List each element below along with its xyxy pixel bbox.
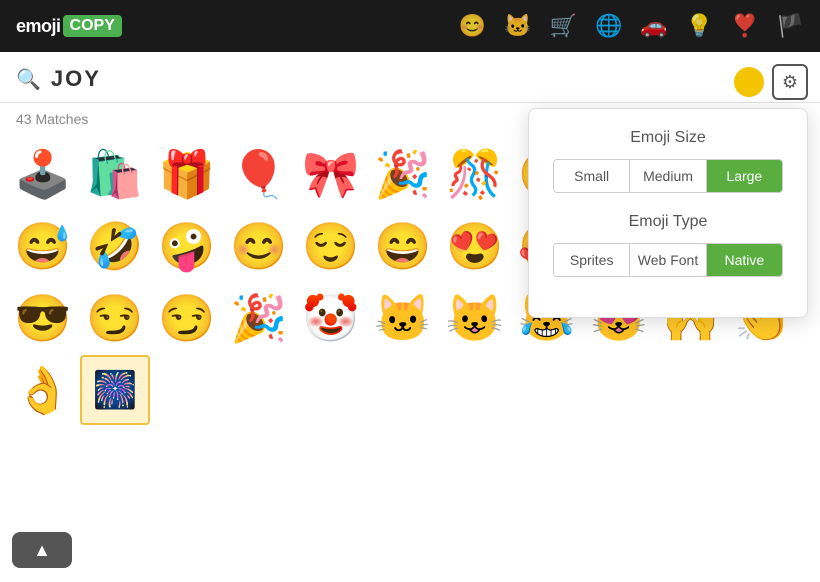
list-item[interactable]: 😏 [152,283,222,353]
nav-icons: 😊 🐱 🛒 🌐 🚗 💡 ❣️ 🏴 [459,13,804,39]
smiley-icon[interactable]: 😊 [459,13,486,39]
list-item[interactable]: 😍 [440,211,510,281]
cat-icon[interactable]: 🐱 [504,13,531,39]
list-item[interactable]: 🤪 [152,211,222,281]
settings-button[interactable]: ⚙ [772,64,808,100]
type-button-group: Sprites Web Font Native [553,243,783,277]
globe-icon[interactable]: 🌐 [595,13,622,39]
list-item[interactable]: 😎 [8,283,78,353]
header: emoji COPY 😊 🐱 🛒 🌐 🚗 💡 ❣️ 🏴 [0,0,820,52]
list-item[interactable]: 🎀 [296,139,366,209]
search-icon: 🔍 [16,67,41,92]
list-item[interactable]: 😏 [80,283,150,353]
cart-icon[interactable]: 🛒 [550,13,577,39]
size-large-button[interactable]: Large [707,160,782,192]
color-swatch[interactable] [734,67,764,97]
list-item[interactable]: 🕹️ [8,139,78,209]
logo-copy-text: COPY [63,15,122,37]
list-item[interactable]: 🎈 [224,139,294,209]
logo-emoji-text: emoji [16,16,61,37]
settings-panel: Emoji Size Small Medium Large Emoji Type… [528,108,808,318]
list-item[interactable]: 🤣 [80,211,150,281]
heart-exclaim-icon[interactable]: ❣️ [731,13,758,39]
list-item[interactable]: 😅 [8,211,78,281]
logo: emoji COPY [16,15,122,37]
size-small-button[interactable]: Small [554,160,630,192]
size-medium-button[interactable]: Medium [630,160,706,192]
list-item[interactable]: 😺 [440,283,510,353]
list-item[interactable]: 😊 [224,211,294,281]
list-item[interactable]: 🎁 [152,139,222,209]
list-item[interactable]: 🛍️ [80,139,150,209]
list-item[interactable]: 🎊 [440,139,510,209]
scroll-top-button[interactable]: ▲ [12,532,72,568]
type-webfont-button[interactable]: Web Font [630,244,706,276]
type-sprites-button[interactable]: Sprites [554,244,630,276]
list-item[interactable]: 😄 [368,211,438,281]
list-item[interactable]: 😌 [296,211,366,281]
list-item[interactable]: 🤡 [296,283,366,353]
list-item[interactable]: 🎉 [224,283,294,353]
size-section-title: Emoji Size [553,129,783,147]
search-bar: 🔍 [0,52,820,103]
search-input[interactable] [51,66,804,92]
controls-right: ⚙ [734,64,808,100]
list-item[interactable]: 🐱 [368,283,438,353]
type-native-button[interactable]: Native [707,244,782,276]
list-item[interactable]: 👌 [8,355,78,425]
type-section-title: Emoji Type [553,213,783,231]
scroll-top-icon: ▲ [33,540,51,561]
list-item[interactable]: 🎉 [368,139,438,209]
flag-icon[interactable]: 🏴 [777,13,804,39]
list-item[interactable]: 🎆 [80,355,150,425]
bulb-icon[interactable]: 💡 [686,13,713,39]
car-icon[interactable]: 🚗 [640,13,667,39]
size-button-group: Small Medium Large [553,159,783,193]
results-count: 43 Matches [16,111,88,127]
